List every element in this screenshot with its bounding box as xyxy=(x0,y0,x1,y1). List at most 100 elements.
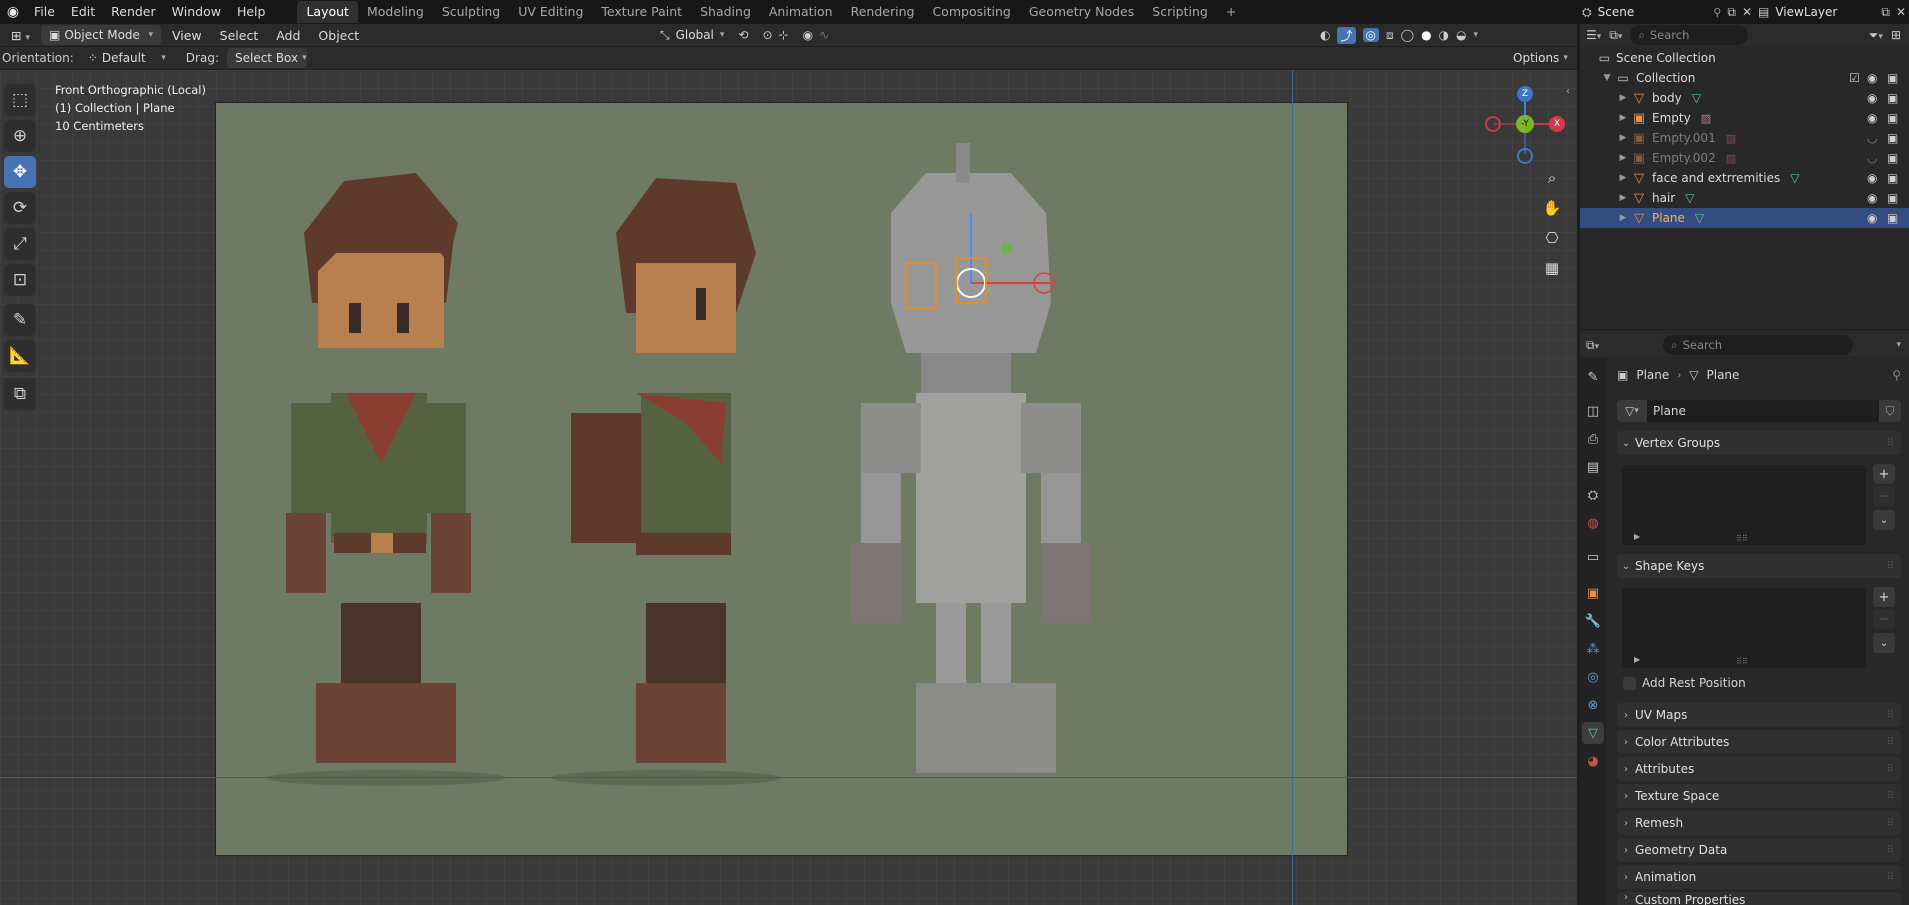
camera-icon[interactable]: ▣ xyxy=(1887,91,1898,105)
navigation-gizmo[interactable]: Z -Y X xyxy=(1485,86,1565,164)
tab-texture-paint[interactable]: Texture Paint xyxy=(592,1,691,23)
tab-animation[interactable]: Animation xyxy=(760,1,842,23)
object-tab-icon[interactable]: ▣ xyxy=(1582,582,1604,604)
tab-sculpting[interactable]: Sculpting xyxy=(433,1,509,23)
mesh-data-icon[interactable]: ▽ xyxy=(1790,171,1799,185)
particles-tab-icon[interactable]: ⁂ xyxy=(1582,638,1604,660)
drag-grip-icon[interactable]: ⠿ xyxy=(1887,764,1895,775)
panel-shape-keys[interactable]: ⌄ Shape Keys ⠿ xyxy=(1617,554,1901,578)
world-tab-icon[interactable]: ◍ xyxy=(1582,512,1604,534)
proportional-edit-icon[interactable]: ◉ xyxy=(803,28,813,42)
gizmo-toggle-icon[interactable]: ⤴ xyxy=(1337,26,1356,44)
view-layer-tab-icon[interactable]: ▤ xyxy=(1582,456,1604,478)
mode-dropdown[interactable]: ▣ Object Mode ▾ xyxy=(40,25,161,45)
drag-grip-icon[interactable]: ⠿ xyxy=(1887,818,1895,829)
tab-rendering[interactable]: Rendering xyxy=(842,1,924,23)
mesh-data-tab-icon[interactable]: ▽ xyxy=(1582,722,1604,744)
material-tab-icon[interactable]: ◕ xyxy=(1582,750,1604,772)
viewlayer-selector[interactable]: ▤ ViewLayer ⧉ ✕ xyxy=(1758,2,1906,22)
blender-logo-icon[interactable]: ◉ xyxy=(0,4,26,20)
menu-window[interactable]: Window xyxy=(164,0,229,24)
panel-geometry-data[interactable]: › Geometry Data ⠿ xyxy=(1617,838,1901,862)
datablock-selector[interactable]: ▽ ▾ Plane ⛉ xyxy=(1617,400,1901,422)
filter-icon[interactable]: ⏷▾ xyxy=(1869,28,1883,43)
checkbox-icon[interactable] xyxy=(1623,676,1636,690)
menu-render[interactable]: Render xyxy=(103,0,164,24)
tab-geometry-nodes[interactable]: Geometry Nodes xyxy=(1020,1,1143,23)
rendered-shading-icon[interactable]: ◒ xyxy=(1456,28,1466,42)
add-vertex-group-button[interactable]: + xyxy=(1873,464,1895,484)
checkbox-icon[interactable]: ☑ xyxy=(1849,71,1860,85)
eye-icon[interactable]: ◉ xyxy=(1867,211,1877,225)
snap-target-icon[interactable]: ⊹ xyxy=(779,28,789,42)
resize-grip-icon[interactable]: ⠿⠿ xyxy=(1736,657,1748,666)
menu-select[interactable]: Select xyxy=(213,28,266,43)
fake-user-shield-icon[interactable]: ⛉ xyxy=(1879,400,1901,422)
menu-object[interactable]: Object xyxy=(311,28,366,43)
panel-attributes[interactable]: › Attributes ⠿ xyxy=(1617,757,1901,781)
sidebar-toggle-icon[interactable]: ‹ xyxy=(1566,86,1570,97)
breadcrumb-data[interactable]: Plane xyxy=(1707,368,1740,382)
resize-grip-icon[interactable]: ⠿⠿ xyxy=(1736,534,1748,543)
image-data-icon[interactable]: ▨ xyxy=(1726,152,1736,165)
image-data-icon[interactable]: ▨ xyxy=(1701,112,1711,125)
physics-tab-icon[interactable]: ◎ xyxy=(1582,666,1604,688)
drag-grip-icon[interactable]: ⠿ xyxy=(1887,737,1895,748)
chevron-right-icon[interactable]: ▶ xyxy=(1616,193,1630,203)
move-tool-button[interactable]: ✥ xyxy=(4,156,36,188)
viewlayer-name[interactable]: ViewLayer xyxy=(1775,5,1837,19)
shape-keys-list[interactable]: ▶ ⠿⠿ xyxy=(1622,588,1866,668)
camera-icon[interactable]: ▣ xyxy=(1887,171,1898,185)
vertex-group-specials-button[interactable]: ⌄ xyxy=(1873,510,1895,530)
mesh-data-icon[interactable]: ▽ xyxy=(1695,211,1704,225)
tab-layout[interactable]: Layout xyxy=(297,1,358,23)
options-dropdown[interactable]: Options ▾ xyxy=(1505,48,1571,68)
datablock-name-field[interactable]: Plane xyxy=(1647,400,1879,422)
outliner-item-face-and-extremities[interactable]: ▶ ▽ face and extrremities ▽ ◉ ▣ xyxy=(1580,168,1909,188)
add-shape-key-button[interactable]: + xyxy=(1873,587,1895,607)
eye-icon[interactable]: ◉ xyxy=(1867,91,1877,105)
shape-key-specials-button[interactable]: ⌄ xyxy=(1873,633,1895,653)
xray-icon[interactable]: ⧈ xyxy=(1386,28,1394,43)
remove-shape-key-button[interactable]: − xyxy=(1873,609,1895,629)
visibility-icon[interactable]: ◐ xyxy=(1320,28,1330,42)
chevron-down-icon[interactable]: ▾ xyxy=(1896,340,1901,350)
drag-grip-icon[interactable]: ⠿ xyxy=(1887,845,1895,856)
drag-grip-icon[interactable]: ⠿ xyxy=(1887,872,1895,883)
chevron-right-icon[interactable]: ▶ xyxy=(1616,113,1630,123)
gizmo-x-axis[interactable]: X xyxy=(1549,116,1565,132)
drag-dropdown[interactable]: Select Box ▾ xyxy=(226,48,307,68)
tab-uv-editing[interactable]: UV Editing xyxy=(509,1,592,23)
menu-view[interactable]: View xyxy=(165,28,209,43)
camera-view-icon[interactable]: ⎔ xyxy=(1538,224,1566,252)
chevron-down-icon[interactable]: ▾ xyxy=(1474,30,1479,40)
panel-animation[interactable]: › Animation ⠿ xyxy=(1617,865,1901,889)
chevron-down-icon[interactable]: ▼ xyxy=(1600,73,1614,83)
annotate-tool-button[interactable]: ✎ xyxy=(4,304,36,336)
modifier-tab-icon[interactable]: 🔧 xyxy=(1582,610,1604,632)
chevron-right-icon[interactable]: ▶ xyxy=(1616,93,1630,103)
camera-icon[interactable]: ▣ xyxy=(1887,211,1898,225)
tab-compositing[interactable]: Compositing xyxy=(923,1,1019,23)
editor-type-icon[interactable]: ⊞ ▾ xyxy=(4,28,37,43)
drag-grip-icon[interactable]: ⠿ xyxy=(1887,561,1895,572)
snap-icon[interactable]: ⊙ xyxy=(762,28,772,42)
panel-uv-maps[interactable]: › UV Maps ⠿ xyxy=(1617,703,1901,727)
panel-color-attributes[interactable]: › Color Attributes ⠿ xyxy=(1617,730,1901,754)
panel-texture-space[interactable]: › Texture Space ⠿ xyxy=(1617,784,1901,808)
outliner-item-empty-002[interactable]: ▶ ▣ Empty.002 ▨ ◡ ▣ xyxy=(1580,148,1909,168)
overlay-toggle-icon[interactable]: ◎ xyxy=(1362,28,1379,42)
rotate-tool-button[interactable]: ⟳ xyxy=(4,192,36,224)
scene-tab-icon[interactable]: ⛭ xyxy=(1582,484,1604,506)
cursor-tool-button[interactable]: ⊕ xyxy=(4,120,36,152)
scene-collection-row[interactable]: ▭ Scene Collection xyxy=(1580,48,1909,68)
outliner-item-plane[interactable]: ▶ ▽ Plane ▽ ◉ ▣ xyxy=(1580,208,1909,228)
expand-triangle-icon[interactable]: ▶ xyxy=(1634,532,1640,541)
menu-add[interactable]: Add xyxy=(269,28,307,43)
gizmo-neg-z-axis[interactable] xyxy=(1517,148,1533,164)
tab-scripting[interactable]: Scripting xyxy=(1143,1,1217,23)
select-tool-button[interactable]: ⬚ xyxy=(4,84,36,116)
drag-grip-icon[interactable]: ⠿ xyxy=(1887,791,1895,802)
pin-icon[interactable]: ⚲ xyxy=(1713,6,1721,19)
falloff-icon[interactable]: ∿ xyxy=(819,28,829,42)
